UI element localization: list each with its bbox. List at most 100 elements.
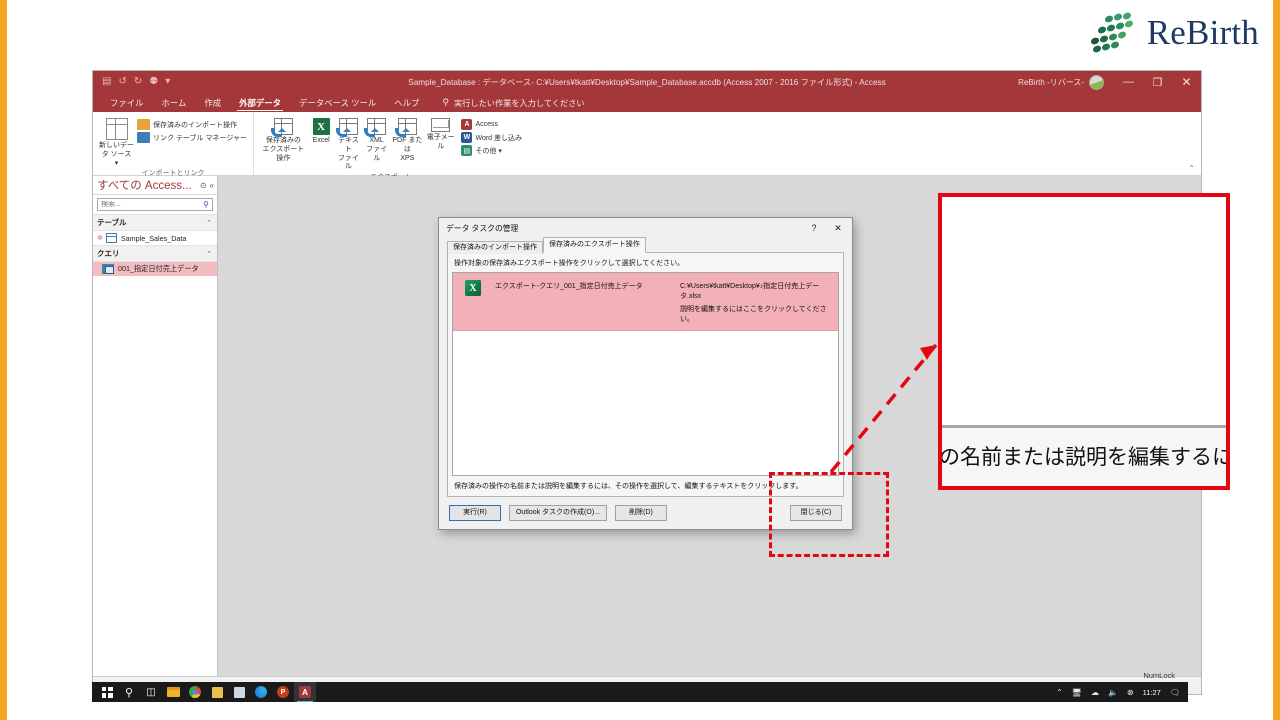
system-tray: ⌃ 🖥 ☁ 🔈 ⊗ 11:27 🗨 <box>1056 688 1188 697</box>
linked-table-manager-button[interactable]: リンク テーブル マネージャー <box>137 132 247 143</box>
onedrive-icon[interactable]: ☁ <box>1091 688 1099 697</box>
export-excel-button[interactable]: X Excel <box>310 116 333 146</box>
windows-taskbar: ⚲ ◫ P A ⌃ 🖥 ☁ 🔈 ⊗ 11:27 🗨 <box>92 682 1188 702</box>
nav-item-label: Sample_Sales_Data <box>120 233 187 243</box>
help-button[interactable]: ? <box>802 219 826 238</box>
tab-file[interactable]: ファイル <box>101 93 153 112</box>
saved-exports-list[interactable]: X エクスポート-クエリ_001_指定日付売上データ C:¥Users¥tkat… <box>452 272 839 476</box>
tray-clock[interactable]: 11:27 <box>1143 688 1161 697</box>
dialog-tabs: 保存済みのインポート操作 保存済みのエクスポート操作 <box>439 237 852 254</box>
close-button[interactable]: ✕ <box>1172 71 1201 93</box>
network-icon[interactable]: 🖥 <box>1072 688 1082 697</box>
store-icon[interactable] <box>228 682 250 702</box>
new-data-source-button[interactable]: 新しいデー タ ソース ▾ <box>99 116 134 168</box>
excel-file-icon: X <box>465 280 481 296</box>
redo-icon[interactable]: ↻ <box>134 77 142 87</box>
tab-external-data[interactable]: 外部データ <box>230 93 290 112</box>
logo-text: ReBirth <box>1146 12 1259 52</box>
numlock-indicator: NumLock <box>1143 671 1175 680</box>
windows-start-icon[interactable] <box>96 682 118 702</box>
search-icon[interactable]: ⚲ <box>203 200 209 209</box>
logo-dots-icon <box>1090 12 1133 53</box>
powerpoint-icon[interactable]: P <box>272 682 294 702</box>
ribbon: 新しいデー タ ソース ▾ 保存済みのインポート操作 リンク テーブル マネージ… <box>93 112 1201 181</box>
access-icon[interactable]: A <box>294 682 316 702</box>
search-icon[interactable]: ⚲ <box>118 682 140 702</box>
tab-saved-imports[interactable]: 保存済みのインポート操作 <box>447 241 543 254</box>
nav-options-icon[interactable]: ⊙ <box>200 181 207 190</box>
ribbon-group-export: 保存済みの エクスポート操作 X Excel テキスト ファイル XML ファイ… <box>253 112 528 181</box>
word-merge-button[interactable]: W Word 差し込み <box>461 132 522 143</box>
minimize-button[interactable]: — <box>1114 71 1143 93</box>
saved-imports-button[interactable]: 保存済みのインポート操作 <box>137 119 247 130</box>
restore-button[interactable]: ❐ <box>1143 71 1172 93</box>
navigation-search-box[interactable]: ⚲ <box>97 198 213 211</box>
tell-me-label: 実行したい作業を入力してください <box>454 98 585 108</box>
tab-database-tools[interactable]: データベース ツール <box>290 93 385 112</box>
notepad-icon[interactable] <box>206 682 228 702</box>
customize-qat-icon[interactable]: ▾ <box>165 77 170 87</box>
export-xml-file-button[interactable]: XML ファイル <box>364 116 388 163</box>
ribbon-group-import-link: 新しいデー タ ソース ▾ 保存済みのインポート操作 リンク テーブル マネージ… <box>93 112 253 177</box>
nav-item-sample-sales-data[interactable]: ✽ Sample_Sales_Data <box>93 231 217 245</box>
query-icon <box>102 264 114 274</box>
avatar[interactable] <box>1089 74 1104 90</box>
list-item-description[interactable]: C:¥Users¥tkatt¥Desktop¥♪指定日付売上データ.xlsx 説… <box>680 278 832 324</box>
navigation-pane-header-icons: ⊙ « <box>200 181 214 190</box>
quick-access-toolbar[interactable]: ▤ ↺ ↻ ⚉ ▾ <box>93 77 170 87</box>
email-icon <box>431 118 451 132</box>
nav-group-queries[interactable]: クエリ ⌃ <box>93 245 217 262</box>
list-item-path[interactable]: C:¥Users¥tkatt¥Desktop¥♪指定日付売上データ.xlsx <box>680 281 832 301</box>
action-center-badge-icon[interactable]: ⊗ <box>1127 688 1134 697</box>
user-icon[interactable]: ⚉ <box>149 77 158 87</box>
export-access-button[interactable]: A Access <box>461 119 522 130</box>
navigation-pane-header[interactable]: すべての Access... ⊙ « <box>93 176 217 195</box>
run-button[interactable]: 実行(R) <box>449 505 501 521</box>
task-view-icon[interactable]: ◫ <box>140 682 162 702</box>
ribbon-tab-strip: ファイル ホーム 作成 外部データ データベース ツール ヘルプ ⚲ 実行したい… <box>93 93 1201 112</box>
tab-help[interactable]: ヘルプ <box>385 93 428 112</box>
zoom-callout: データ タスクの管理 ? ✕ 保存済みのインポート操作 保存済みのエクスポート操… <box>938 193 1230 490</box>
tell-me-box[interactable]: ⚲ 実行したい作業を入力してください <box>442 97 584 109</box>
shutter-bar-collapse-icon[interactable]: « <box>210 181 214 190</box>
email-button[interactable]: 電子メール <box>426 116 456 152</box>
volume-icon[interactable]: 🔈 <box>1108 688 1118 697</box>
export-more-button[interactable]: ▤ その他 ▾ <box>461 145 522 156</box>
tab-saved-exports[interactable]: 保存済みのエクスポート操作 <box>543 237 646 253</box>
chevron-up-icon[interactable]: ⌃ <box>206 250 212 258</box>
edge-icon[interactable] <box>250 682 272 702</box>
collapse-ribbon-icon[interactable]: ⌃ <box>1188 164 1195 173</box>
new-object-marker-icon: ✽ <box>97 235 103 242</box>
list-item-description-hint[interactable]: 説明を編集するにはここをクリックしてください。 <box>680 304 832 324</box>
tab-home[interactable]: ホーム <box>153 93 196 112</box>
dialog-close-icon[interactable]: ✕ <box>826 219 850 238</box>
nav-group-tables[interactable]: テーブル ⌃ <box>93 214 217 231</box>
save-icon[interactable]: ▤ <box>102 77 111 87</box>
list-item[interactable]: X エクスポート-クエリ_001_指定日付売上データ C:¥Users¥tkat… <box>453 273 838 331</box>
saved-exports-button[interactable]: 保存済みの エクスポート操作 <box>260 116 307 163</box>
nav-group-label-tables: テーブル <box>97 218 127 227</box>
notification-icon[interactable]: 🗨 <box>1170 688 1180 697</box>
delete-button[interactable]: 削除(D) <box>615 505 667 521</box>
pdf-xps-export-icon <box>394 118 417 137</box>
chevron-up-icon[interactable]: ⌃ <box>206 219 212 227</box>
linked-table-manager-icon <box>137 132 151 143</box>
tab-create[interactable]: 作成 <box>195 93 230 112</box>
export-pdf-xps-button[interactable]: PDF または XPS <box>392 116 423 163</box>
saved-exports-icon <box>270 118 293 137</box>
export-text-file-button[interactable]: テキスト ファイル <box>335 116 361 172</box>
search-input[interactable] <box>101 201 204 208</box>
list-item-name[interactable]: エクスポート-クエリ_001_指定日付売上データ <box>495 278 680 291</box>
undo-icon[interactable]: ↺ <box>118 77 126 87</box>
file-explorer-icon[interactable] <box>162 682 184 702</box>
account-name[interactable]: ReBirth -リバース- <box>1018 77 1089 88</box>
title-bar: ▤ ↺ ↻ ⚉ ▾ Sample_Database : データベース- C:¥U… <box>93 71 1201 93</box>
tray-overflow-icon[interactable]: ⌃ <box>1056 688 1063 697</box>
chrome-icon[interactable] <box>184 682 206 702</box>
dialog-body: 操作対象の保存済みエクスポート操作をクリックして選択してください。 X エクスポ… <box>447 252 844 497</box>
callout-dialog-hint: 保存済みの操作の名前または説明を編集するには、その操作を選択して、編集するテキス… <box>938 449 1230 470</box>
nav-item-query-001[interactable]: 001_指定日付売上データ <box>93 262 217 276</box>
create-outlook-task-button[interactable]: Outlook タスクの作成(O)... <box>509 505 607 521</box>
nav-group-label-queries: クエリ <box>97 249 120 258</box>
xml-file-export-icon <box>364 118 387 137</box>
